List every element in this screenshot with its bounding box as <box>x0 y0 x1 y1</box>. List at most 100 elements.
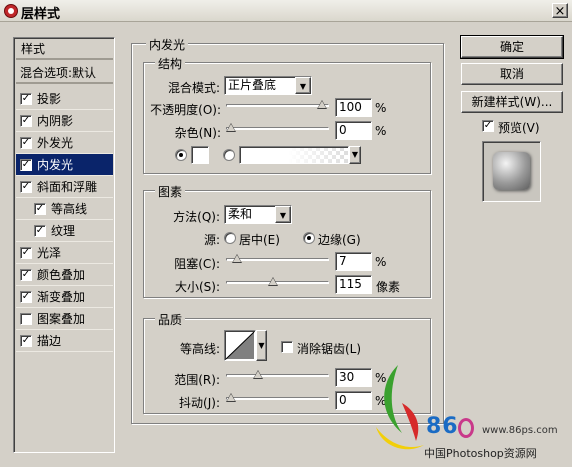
style-item[interactable]: ✓ 光泽 <box>16 242 113 264</box>
range-label: 范围(R): <box>174 373 220 387</box>
glow-color-swatch[interactable] <box>191 146 209 164</box>
opacity-slider-thumb[interactable] <box>317 100 327 109</box>
close-button[interactable]: × <box>552 3 568 19</box>
method-select[interactable]: 柔和 ▼ <box>224 205 292 224</box>
size-label: 大小(S): <box>174 280 220 294</box>
source-edge-label: 边缘(G) <box>318 233 361 247</box>
source-center-label: 居中(E) <box>239 233 280 247</box>
quality-title: 品质 <box>155 311 186 328</box>
size-input[interactable]: 115 <box>335 275 372 294</box>
style-item[interactable]: ✓ 投影 <box>16 88 113 110</box>
style-item[interactable]: ✓ 渐变叠加 <box>16 286 113 308</box>
opacity-label: 不透明度(O): <box>150 103 221 117</box>
ok-button[interactable]: 确定 <box>460 35 564 59</box>
noise-slider[interactable] <box>226 123 329 132</box>
style-item-checkbox[interactable]: ✓ <box>20 93 32 105</box>
style-item-checkbox[interactable]: ✓ <box>20 115 32 127</box>
style-item-label: 投影 <box>37 92 62 106</box>
styles-list-header[interactable]: 样式 <box>16 38 113 60</box>
style-item-checkbox[interactable]: ✓ <box>34 225 46 237</box>
jitter-slider[interactable] <box>226 393 329 402</box>
noise-input[interactable]: 0 <box>335 121 372 140</box>
noise-unit: % <box>375 124 387 138</box>
solid-color-radio[interactable] <box>175 149 187 161</box>
source-edge-radio[interactable] <box>303 232 315 244</box>
preview-label: 预览(V) <box>498 121 540 135</box>
choke-slider-thumb[interactable] <box>232 254 243 263</box>
style-item-label: 内发光 <box>37 158 74 172</box>
style-item-label: 光泽 <box>37 246 62 260</box>
jitter-input[interactable]: 0 <box>335 391 372 410</box>
choke-slider[interactable] <box>226 254 329 263</box>
jitter-label: 抖动(J): <box>179 396 220 410</box>
noise-slider-thumb[interactable] <box>226 123 236 132</box>
choke-input[interactable]: 7 <box>335 252 372 271</box>
method-value: 柔和 <box>228 207 253 221</box>
inner-glow-title: 内发光 <box>146 36 189 53</box>
style-item-checkbox[interactable]: ✓ <box>20 335 32 347</box>
style-item-checkbox[interactable]: ✓ <box>20 137 32 149</box>
blend-options-item[interactable]: 混合选项:默认 <box>16 62 113 84</box>
style-item[interactable]: ✓ 内阴影 <box>16 110 113 132</box>
style-item-label: 渐变叠加 <box>37 290 86 304</box>
noise-label: 杂色(N): <box>174 126 221 140</box>
opacity-input[interactable]: 100 <box>335 98 372 117</box>
contour-picker[interactable] <box>224 330 256 361</box>
style-item-checkbox[interactable]: ✓ <box>20 269 32 281</box>
contour-dropdown-icon[interactable]: ▼ <box>256 330 267 361</box>
source-label: 源: <box>203 233 220 247</box>
gradient-picker[interactable] <box>239 146 349 164</box>
range-slider-thumb[interactable] <box>253 370 264 379</box>
style-item[interactable]: 图案叠加 <box>16 308 113 330</box>
opacity-slider[interactable] <box>226 100 329 109</box>
blend-mode-select[interactable]: 正片叠底 ▼ <box>224 76 312 95</box>
choke-unit: % <box>375 255 387 269</box>
style-item-checkbox[interactable] <box>20 313 32 325</box>
style-item-label: 纹理 <box>51 224 76 238</box>
style-item[interactable]: ✓ 纹理 <box>16 220 113 242</box>
style-item-label: 描边 <box>37 334 62 348</box>
source-center-radio[interactable] <box>224 232 236 244</box>
style-item-label: 颜色叠加 <box>37 268 86 282</box>
chevron-down-icon[interactable]: ▼ <box>275 206 291 223</box>
size-slider[interactable] <box>226 277 329 286</box>
style-item-checkbox[interactable]: ✓ <box>20 247 32 259</box>
gradient-dropdown-icon[interactable]: ▼ <box>349 146 361 164</box>
preview-checkbox[interactable]: ✓ <box>482 120 494 132</box>
chevron-down-icon[interactable]: ▼ <box>295 77 311 94</box>
choke-label: 阻塞(C): <box>174 257 220 271</box>
style-item[interactable]: ✓ 内发光 <box>16 154 113 176</box>
preview-swatch <box>493 152 530 190</box>
style-item-checkbox[interactable]: ✓ <box>20 159 32 171</box>
preview-thumbnail <box>482 141 541 202</box>
cancel-button[interactable]: 取消 <box>461 63 563 85</box>
style-item[interactable]: ✓ 斜面和浮雕 <box>16 176 113 198</box>
gradient-radio[interactable] <box>223 149 235 161</box>
style-item-checkbox[interactable]: ✓ <box>20 291 32 303</box>
style-item-label: 图案叠加 <box>37 312 86 326</box>
style-item-label: 等高线 <box>51 202 88 216</box>
style-item[interactable]: ✓ 等高线 <box>16 198 113 220</box>
style-item[interactable]: ✓ 描边 <box>16 330 113 352</box>
antialias-label: 消除锯齿(L) <box>297 342 362 356</box>
new-style-button[interactable]: 新建样式(W)... <box>461 91 563 113</box>
elements-title: 图素 <box>155 183 186 200</box>
range-input[interactable]: 30 <box>335 368 372 387</box>
antialias-checkbox[interactable] <box>281 341 293 353</box>
style-item-checkbox[interactable]: ✓ <box>34 203 46 215</box>
watermark-logo <box>376 365 424 450</box>
contour-curve-icon <box>225 331 255 360</box>
size-slider-thumb[interactable] <box>267 277 278 286</box>
structure-title: 结构 <box>155 55 186 72</box>
range-slider[interactable] <box>226 370 329 379</box>
style-item-checkbox[interactable]: ✓ <box>20 181 32 193</box>
blend-mode-label: 混合模式: <box>167 81 220 95</box>
styles-header-label: 样式 <box>21 42 46 56</box>
jitter-slider-thumb[interactable] <box>226 393 236 402</box>
style-item[interactable]: ✓ 外发光 <box>16 132 113 154</box>
watermark-p-icon <box>458 418 474 438</box>
watermark-url: www.86ps.com <box>482 425 558 436</box>
style-item-label: 内阴影 <box>37 114 74 128</box>
style-item[interactable]: ✓ 颜色叠加 <box>16 264 113 286</box>
title-bar <box>0 0 572 22</box>
